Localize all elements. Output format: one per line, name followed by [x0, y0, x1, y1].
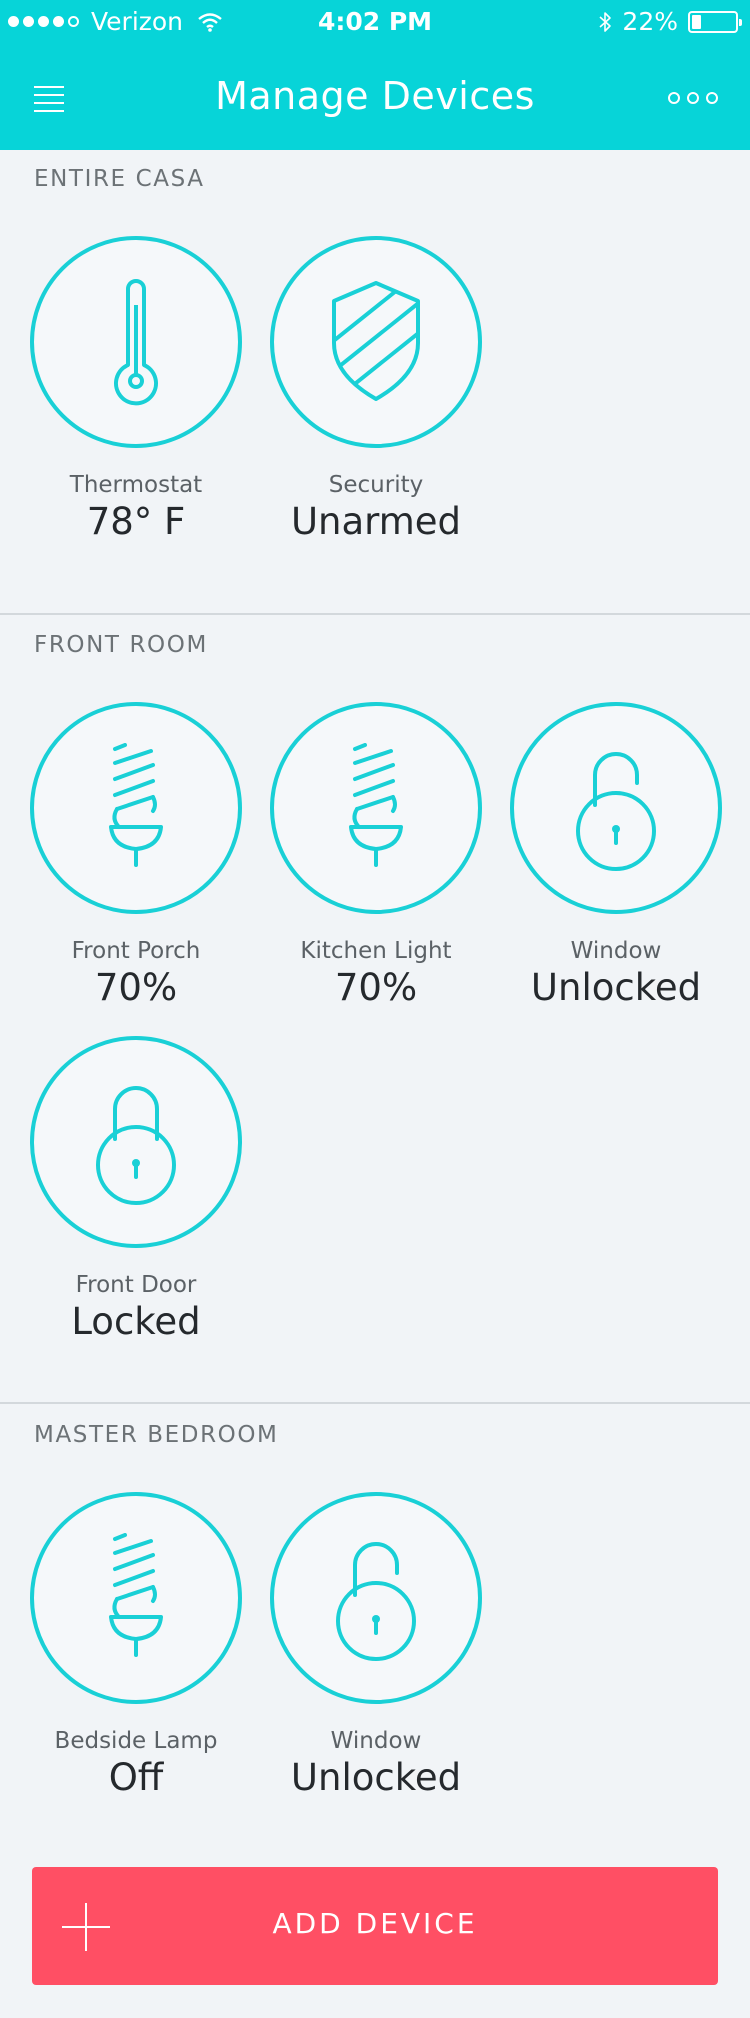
device-label: Front Door: [75, 1272, 197, 1298]
device-label: Bedside Lamp: [54, 1728, 218, 1754]
device-tile-thermostat[interactable]: Thermostat 78° F: [30, 236, 242, 543]
device-circle[interactable]: [270, 1492, 482, 1704]
nav-bar: Manage Devices: [0, 44, 750, 150]
more-options-icon[interactable]: [668, 92, 718, 104]
locked-padlock-icon: [96, 1086, 176, 1205]
device-tile-window[interactable]: Window Unlocked: [510, 702, 722, 1009]
device-tile-security[interactable]: Security Unarmed: [270, 236, 482, 543]
add-device-label: ADD DEVICE: [272, 1907, 478, 1940]
page-title: Manage Devices: [215, 74, 535, 118]
status-right: 22%: [598, 7, 742, 36]
shield-icon: [332, 281, 420, 401]
bluetooth-icon: [599, 11, 612, 32]
device-label: Window: [570, 938, 662, 964]
device-label: Window: [330, 1728, 422, 1754]
section-title-front-room: FRONT ROOM: [34, 632, 208, 658]
device-label: Security: [328, 472, 424, 498]
section-divider: [0, 613, 750, 615]
light-bulb-icon: [349, 743, 403, 867]
device-value: 70%: [334, 966, 418, 1009]
device-circle[interactable]: [30, 1492, 242, 1704]
app-header: Verizon 4:02 PM 22% Manage Devices: [0, 0, 750, 150]
device-circle[interactable]: [30, 236, 242, 448]
device-tile-kitchen-light[interactable]: Kitchen Light 70%: [270, 702, 482, 1009]
device-tile-front-door[interactable]: Front Door Locked: [30, 1036, 242, 1343]
device-value: 78° F: [86, 500, 186, 543]
section-title-entire-casa: ENTIRE CASA: [34, 166, 205, 192]
light-bulb-icon: [109, 743, 163, 867]
device-circle[interactable]: [270, 236, 482, 448]
battery-icon: [688, 10, 742, 33]
battery-fill: [692, 14, 701, 29]
light-bulb-icon: [109, 1533, 163, 1657]
device-label: Thermostat: [69, 472, 203, 498]
device-tile-bedroom-window[interactable]: Window Unlocked: [270, 1492, 482, 1799]
device-label: Front Porch: [71, 938, 201, 964]
device-circle[interactable]: [30, 702, 242, 914]
add-device-button[interactable]: ADD DEVICE: [32, 1867, 718, 1985]
device-tile-front-porch[interactable]: Front Porch 70%: [30, 702, 242, 1009]
device-circle[interactable]: [270, 702, 482, 914]
device-value: Unlocked: [290, 1756, 462, 1799]
device-value: Off: [108, 1756, 164, 1799]
unlocked-padlock-icon: [336, 1542, 416, 1661]
section-divider: [0, 1402, 750, 1404]
device-tile-bedside-lamp[interactable]: Bedside Lamp Off: [30, 1492, 242, 1799]
device-value: Locked: [71, 1300, 201, 1343]
unlocked-padlock-icon: [576, 752, 656, 871]
device-value: Unarmed: [290, 500, 462, 543]
thermometer-icon: [114, 279, 158, 406]
device-circle[interactable]: [30, 1036, 242, 1248]
section-title-master-bedroom: MASTER BEDROOM: [34, 1422, 279, 1448]
device-label: Kitchen Light: [300, 938, 452, 964]
status-bar: Verizon 4:02 PM 22%: [0, 0, 750, 44]
device-circle[interactable]: [510, 702, 722, 914]
device-value: 70%: [94, 966, 178, 1009]
device-value: Unlocked: [530, 966, 702, 1009]
battery-percent: 22%: [622, 7, 678, 36]
